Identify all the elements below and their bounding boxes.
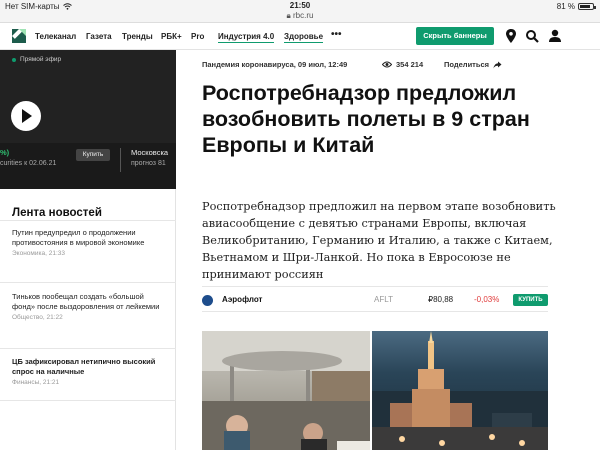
- news-item-title[interactable]: Тиньков пообещал создать «большой фонд» …: [12, 292, 168, 312]
- article-meta[interactable]: Пандемия коронавируса, 09 июл, 12:49: [202, 60, 347, 69]
- left-sidebar: Прямой эфир %) curities к 02.06.21 Купит…: [0, 50, 176, 450]
- live-stream-player[interactable]: Прямой эфир %) curities к 02.06.21 Купит…: [0, 50, 176, 189]
- eye-icon: [382, 61, 392, 68]
- user-icon[interactable]: [548, 28, 562, 44]
- hide-banners-button[interactable]: Скрыть баннеры: [416, 27, 494, 45]
- location-icon[interactable]: [504, 28, 518, 44]
- share-button[interactable]: Поделиться: [444, 60, 502, 69]
- live-label: Прямой эфир: [20, 56, 62, 63]
- battery-icon: [578, 3, 596, 10]
- rbc-logo[interactable]: [12, 29, 26, 43]
- feed-divider: [0, 348, 176, 349]
- news-item[interactable]: Тиньков пообещал создать «большой фонд» …: [12, 292, 168, 321]
- share-label: Поделиться: [444, 60, 490, 69]
- ticker-price: ₽80,88: [428, 295, 454, 304]
- nav-item-rbc-plus[interactable]: РБК+: [161, 32, 182, 41]
- aeroflot-icon: [202, 295, 213, 306]
- nav-item-trends[interactable]: Тренды: [122, 32, 153, 41]
- news-item[interactable]: ЦБ зафиксировал нетипично высокий спрос …: [12, 357, 168, 386]
- news-item-meta: Экономика, 21:33: [12, 250, 65, 257]
- views-count: 354 214: [396, 60, 424, 69]
- quote-buy-button[interactable]: Купить: [76, 149, 110, 161]
- news-item[interactable]: Путин предупредил о продолжении противос…: [12, 228, 168, 257]
- views-counter: 354 214: [382, 60, 423, 69]
- quote-banner: %) curities к 02.06.21 Купить Московска …: [0, 143, 176, 189]
- share-icon: [493, 61, 502, 68]
- more-menu-button[interactable]: •••: [331, 29, 342, 40]
- article-headline: Роспотребнадзор предложил возобновить по…: [202, 81, 530, 157]
- nav-item-health[interactable]: Здоровье: [284, 32, 324, 43]
- address-bar[interactable]: 🔒︎ rbc.ru: [0, 10, 600, 23]
- stock-ticker[interactable]: Аэрофлот AFLT ₽80,88 -0,03% КУПИТЬ: [202, 286, 548, 312]
- search-icon[interactable]: [525, 28, 539, 44]
- article-photo-airport: [202, 331, 370, 450]
- feed-divider: [0, 220, 176, 221]
- nav-item-industry[interactable]: Индустрия 4.0: [218, 32, 275, 43]
- quote-percent: %): [0, 148, 10, 157]
- top-navigation: Телеканал Газета Тренды РБК+ Pro Индустр…: [0, 23, 600, 50]
- play-icon[interactable]: [11, 101, 41, 131]
- news-item-title[interactable]: Путин предупредил о продолжении противос…: [12, 228, 168, 248]
- ticker-code: AFLT: [374, 295, 393, 304]
- news-item-meta: Финансы, 21:21: [12, 379, 60, 386]
- ticker-change: -0,03%: [474, 295, 500, 304]
- live-indicator-dot: [12, 58, 16, 62]
- feed-divider: [0, 282, 176, 283]
- quote-subtitle: curities к 02.06.21: [0, 160, 57, 167]
- article-lead: Роспотребнадзор предложил на первом этап…: [202, 200, 556, 281]
- lock-icon: 🔒︎: [286, 11, 291, 20]
- quote-divider: [120, 148, 121, 172]
- ticker-company[interactable]: Аэрофлот: [222, 295, 262, 304]
- news-item-meta: Общество, 21:22: [12, 314, 63, 321]
- browser-frame: Нет SIM-карты 21:50 81 % 🔒︎ rbc.ru Телек…: [0, 0, 600, 450]
- ticker-buy-button[interactable]: КУПИТЬ: [513, 294, 548, 306]
- nav-item-newspaper[interactable]: Газета: [86, 32, 112, 41]
- quote-name: Московска: [131, 148, 169, 157]
- feed-divider: [0, 400, 176, 401]
- nav-item-pro[interactable]: Pro: [191, 32, 204, 41]
- article-photo-moscow-night: [372, 331, 548, 450]
- clock: 21:50: [289, 1, 311, 10]
- quote-forecast: прогноз 81: [131, 160, 166, 167]
- news-item-title[interactable]: ЦБ зафиксировал нетипично высокий спрос …: [12, 357, 168, 377]
- news-feed-title: Лента новостей: [12, 207, 102, 219]
- nav-item-tv[interactable]: Телеканал: [35, 32, 76, 41]
- url-text: rbc.ru: [293, 11, 314, 20]
